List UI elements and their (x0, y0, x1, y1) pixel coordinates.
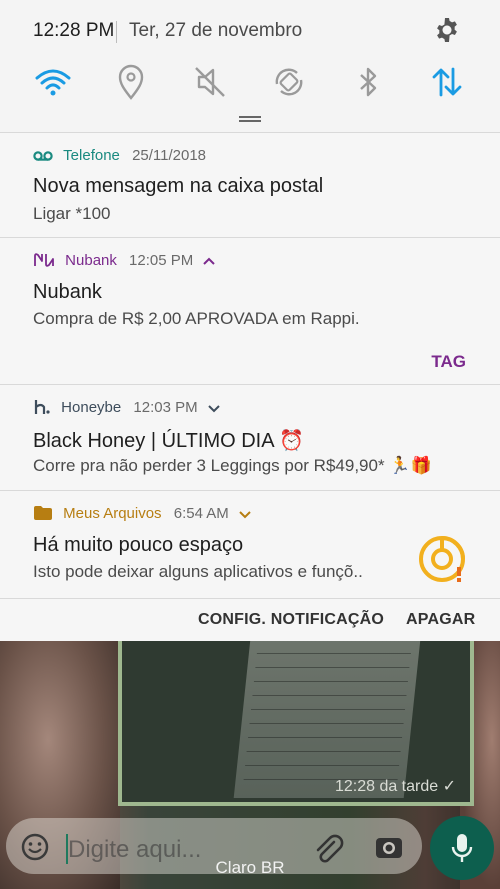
notification-header: Meus Arquivos 6:54 AM (33, 505, 257, 525)
app-name: Telefone (63, 147, 120, 164)
app-name: Meus Arquivos (63, 505, 162, 522)
notification-telefone[interactable]: Telefone 25/11/2018 Nova mensagem na cai… (0, 132, 500, 237)
receipt-image (233, 640, 421, 798)
nubank-icon (34, 253, 54, 267)
date-label[interactable]: Ter, 27 de novembro (129, 20, 302, 42)
voicemail-icon (33, 151, 53, 161)
background-chat: 12:28 da tarde ✓ Digite aqui... Claro BR (0, 640, 500, 889)
quick-settings (0, 62, 500, 106)
notification-meus-arquivos[interactable]: Meus Arquivos 6:54 AM Há muito pouco esp… (0, 490, 500, 598)
notification-nubank[interactable]: Nubank 12:05 PM Nubank Compra de R$ 2,00… (0, 237, 500, 384)
notification-title: Nubank (33, 281, 102, 303)
notification-header: Telefone 25/11/2018 (33, 147, 206, 167)
bluetooth-icon[interactable] (348, 62, 388, 102)
chat-photo[interactable]: 12:28 da tarde ✓ (118, 640, 474, 806)
clock: 12:28 PM (33, 20, 115, 41)
divider (116, 21, 117, 43)
status-header: 12:28 PM Ter, 27 de novembro (0, 0, 500, 62)
chevron-down-icon[interactable] (233, 507, 257, 521)
notification-time: 6:54 AM (173, 505, 229, 522)
wifi-icon[interactable] (33, 62, 73, 102)
notification-header: Honeybe 12:03 PM (33, 399, 226, 419)
notification-body: Ligar *100 (33, 204, 111, 223)
notification-time: 25/11/2018 (132, 147, 207, 164)
notification-title: Nova mensagem na caixa postal (33, 175, 324, 197)
auto-rotate-icon[interactable] (269, 62, 309, 102)
drag-handle[interactable] (239, 116, 261, 122)
chevron-up-icon[interactable] (197, 254, 221, 268)
photo-timestamp: 12:28 da tarde ✓ (334, 778, 456, 795)
app-name: Nubank (65, 252, 117, 269)
notification-actions: CONFIG. NOTIFICAÇÃO APAGAR (0, 598, 500, 641)
notification-shade: 12:28 PM Ter, 27 de novembro Telefone 25… (0, 0, 500, 641)
notification-body: Corre pra não perder 3 Leggings por R$49… (33, 456, 432, 475)
storage-warning-icon (419, 536, 465, 582)
mobile-data-icon[interactable] (427, 62, 467, 102)
notification-title: Há muito pouco espaço (33, 534, 244, 556)
clear-all-button[interactable]: APAGAR (406, 611, 475, 629)
notification-time: 12:05 PM (129, 252, 194, 269)
app-name: Honeybe (61, 399, 122, 416)
mute-icon[interactable] (190, 62, 230, 102)
notification-body: Isto pode deixar alguns aplicativos e fu… (33, 562, 363, 581)
notification-header: Nubank 12:05 PM (33, 252, 221, 272)
notification-body: Compra de R$ 2,00 APROVADA em Rappi. (33, 309, 360, 328)
notification-honeybe[interactable]: Honeybe 12:03 PM Black Honey | ÚLTIMO DI… (0, 384, 500, 490)
notification-title: Black Honey | ÚLTIMO DIA ⏰ (33, 430, 304, 452)
carrier-label: Claro BR (215, 858, 285, 877)
folder-icon (34, 506, 52, 520)
honeybe-icon (34, 400, 50, 414)
notification-settings-button[interactable]: CONFIG. NOTIFICAÇÃO (198, 611, 384, 629)
chevron-down-icon[interactable] (202, 401, 226, 415)
notification-time: 12:03 PM (133, 399, 198, 416)
tag-button[interactable]: TAG (431, 352, 466, 372)
gear-icon[interactable] (433, 16, 461, 44)
location-icon[interactable] (111, 62, 151, 102)
